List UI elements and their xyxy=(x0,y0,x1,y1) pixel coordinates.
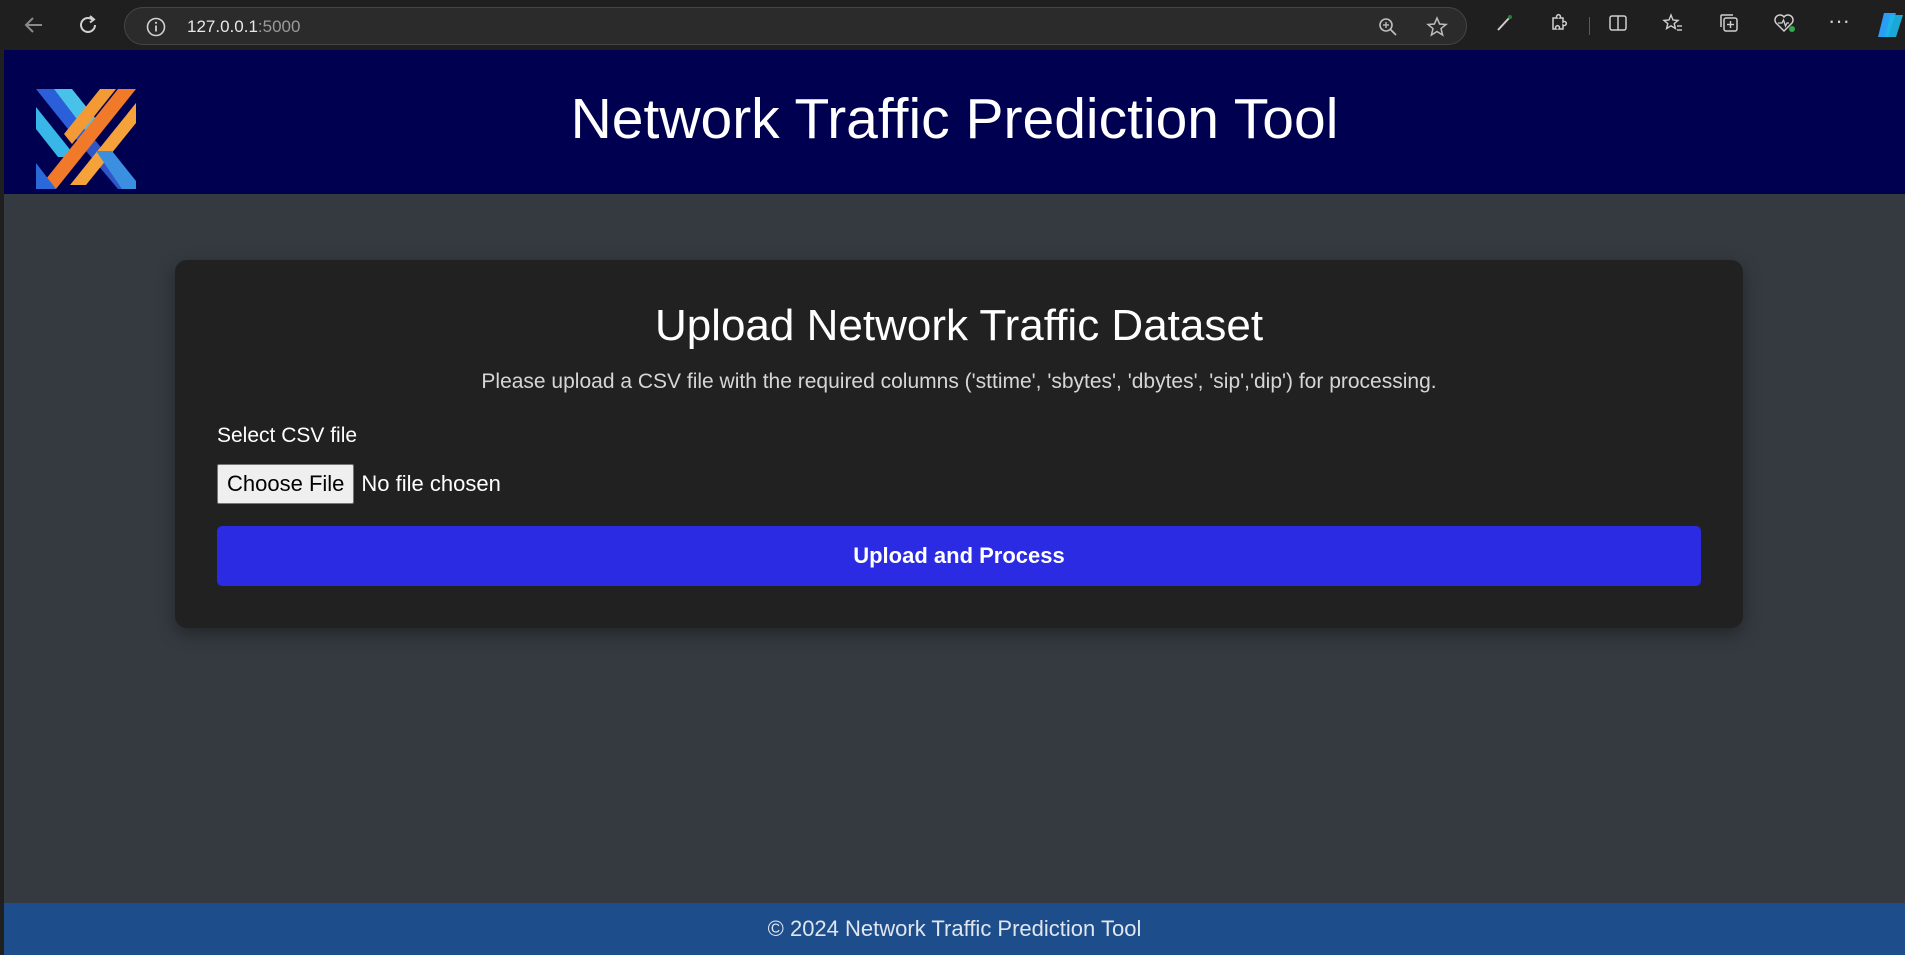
address-bar[interactable]: 127.0.0.1:5000 xyxy=(124,7,1467,45)
url-host: 127.0.0.1 xyxy=(187,17,258,36)
split-screen-icon[interactable] xyxy=(1607,12,1629,34)
url-port: :5000 xyxy=(257,17,301,36)
choose-file-button[interactable]: Choose File xyxy=(217,464,355,504)
file-input-label: Select CSV file xyxy=(217,424,358,447)
browser-essentials-icon[interactable] xyxy=(1773,12,1797,34)
back-arrow-icon xyxy=(24,17,42,33)
reload-button[interactable] xyxy=(72,9,104,41)
favorites-icon[interactable] xyxy=(1662,12,1684,34)
copilot-icon[interactable] xyxy=(1876,10,1905,40)
back-button[interactable] xyxy=(18,9,50,41)
page: Network Traffic Prediction Tool Upload N… xyxy=(4,50,1905,955)
browser-toolbar: 127.0.0.1:5000 ··· xyxy=(0,0,1905,50)
upload-and-process-button[interactable]: Upload and Process xyxy=(217,526,1701,586)
site-header: Network Traffic Prediction Tool xyxy=(4,50,1905,194)
more-menu-icon[interactable]: ··· xyxy=(1828,8,1850,34)
extensions-icon[interactable] xyxy=(1547,12,1569,34)
pen-icon[interactable] xyxy=(1493,12,1515,34)
reload-icon xyxy=(80,15,96,33)
url-text[interactable]: 127.0.0.1:5000 xyxy=(187,17,300,37)
file-status-text: No file chosen xyxy=(361,471,501,496)
zoom-icon[interactable] xyxy=(1377,16,1399,38)
upload-card: Upload Network Traffic Dataset Please up… xyxy=(175,260,1743,628)
collections-icon[interactable] xyxy=(1718,12,1740,34)
site-info-icon[interactable] xyxy=(145,16,167,38)
card-title: Upload Network Traffic Dataset xyxy=(654,301,1264,350)
card-description: Please upload a CSV file with the requir… xyxy=(481,370,1437,393)
page-title: Network Traffic Prediction Tool xyxy=(570,87,1339,151)
favorite-star-icon[interactable] xyxy=(1426,16,1448,38)
site-footer: © 2024 Network Traffic Prediction Tool xyxy=(4,903,1905,955)
toolbar-divider xyxy=(1589,17,1590,35)
footer-text: © 2024 Network Traffic Prediction Tool xyxy=(767,916,1142,941)
file-input[interactable]: Choose File No file chosen xyxy=(217,464,501,504)
